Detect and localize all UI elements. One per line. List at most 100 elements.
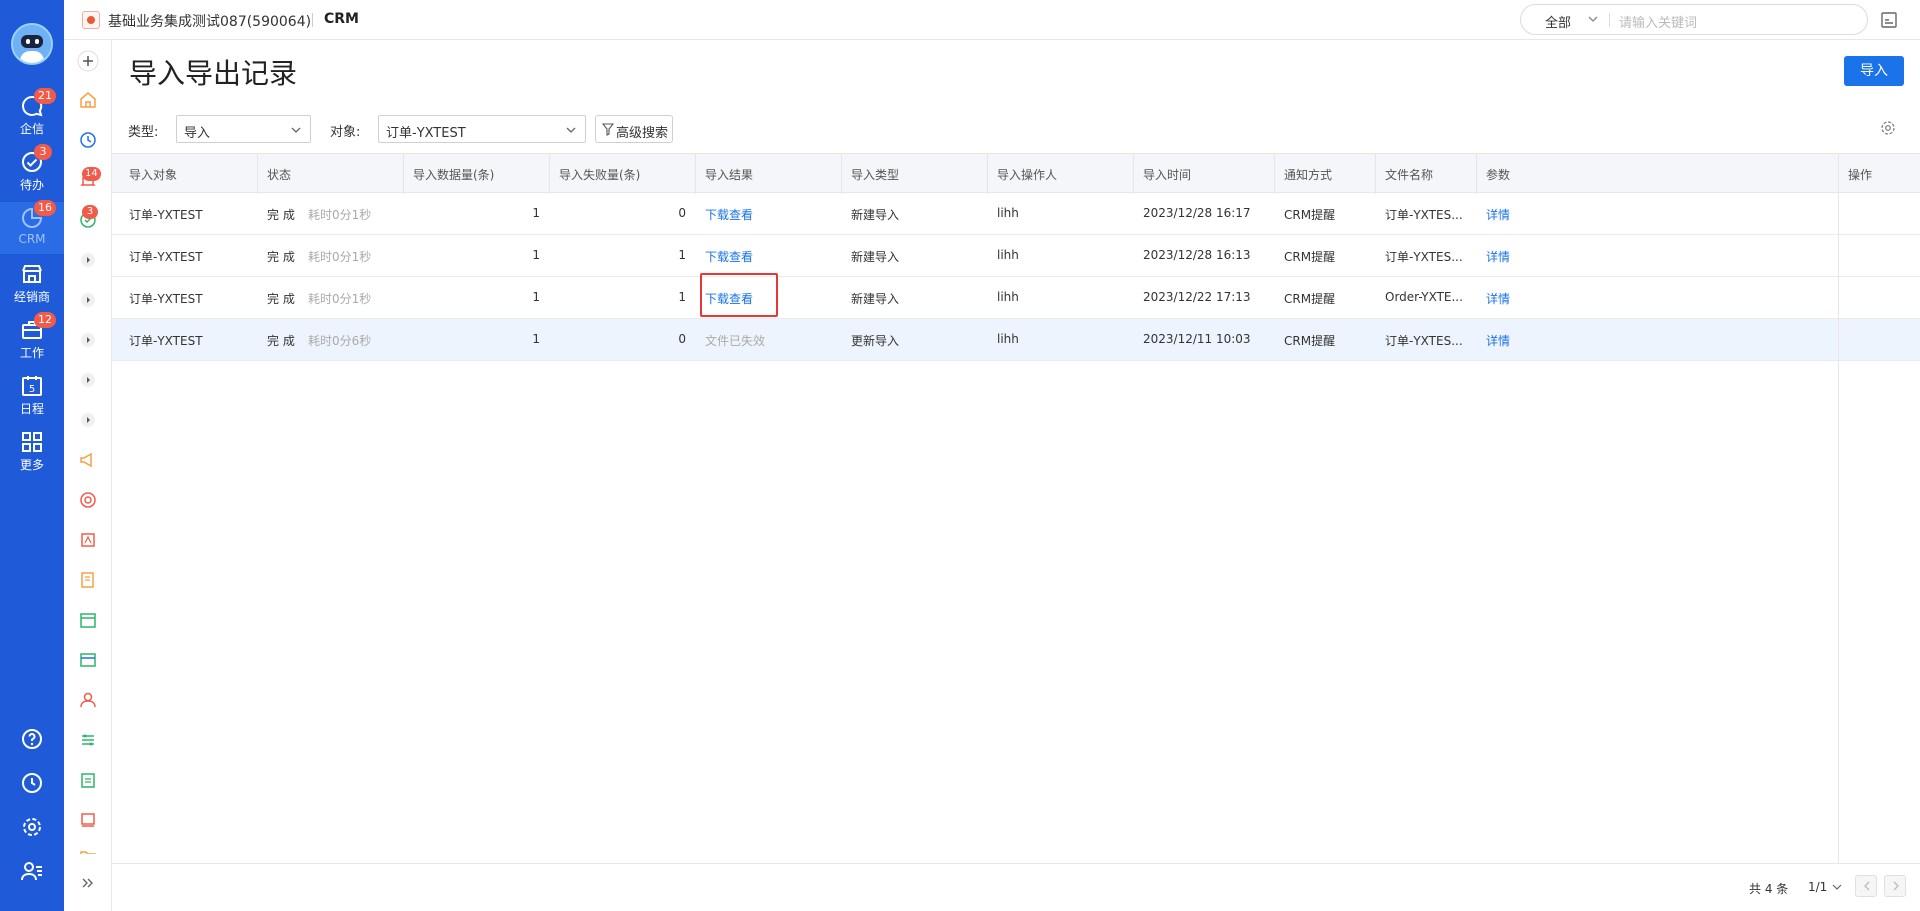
expand-icon	[81, 413, 95, 427]
cell-duration: 耗时0分1秒	[308, 208, 372, 222]
column-header: 状态	[267, 168, 292, 182]
company-name: 基础业务集成测试087(590064)	[108, 14, 312, 30]
sub-contract[interactable]	[77, 529, 99, 551]
sub-document[interactable]	[77, 569, 99, 591]
nav-item-qixin[interactable]: 21 企信	[0, 88, 64, 142]
sub-marketing[interactable]	[77, 449, 99, 471]
nav-item-crm[interactable]: 16 CRM	[0, 200, 64, 254]
column-settings-icon[interactable]	[1880, 120, 1896, 136]
page-indicator[interactable]: 1/1	[1808, 880, 1827, 894]
megaphone-icon	[80, 452, 92, 468]
collapse-nav-button[interactable]	[77, 872, 99, 894]
type-filter-select[interactable]: 导入	[176, 115, 311, 143]
cell-filename: 订单-YXTES...	[1385, 334, 1463, 348]
cell-duration: 耗时0分1秒	[308, 292, 372, 306]
inbox-icon[interactable]	[1880, 11, 1898, 29]
nav-label: 更多	[19, 458, 44, 472]
help-icon	[22, 729, 42, 749]
sub-screen[interactable]	[77, 649, 99, 671]
filter-icon	[602, 123, 614, 136]
object-filter-label: 对象:	[330, 125, 361, 140]
sub-group-toggle[interactable]	[77, 289, 99, 311]
cell-duration: 耗时0分6秒	[308, 334, 372, 348]
settings-icon	[23, 818, 41, 836]
sub-group-toggle[interactable]	[77, 369, 99, 391]
prev-page-button[interactable]	[1855, 875, 1877, 897]
advanced-search-button[interactable]: 高级搜索	[595, 115, 673, 143]
cell-duration: 耗时0分1秒	[308, 250, 372, 264]
column-header: 导入时间	[1143, 168, 1192, 182]
details-link[interactable]: 详情	[1486, 332, 1510, 349]
cell-failed: 0	[678, 332, 686, 346]
expand-icon	[81, 293, 95, 307]
contacts-button[interactable]	[0, 854, 64, 890]
flow-icon	[82, 734, 94, 746]
archive-icon	[80, 613, 96, 628]
nav-badge: 3	[34, 144, 52, 160]
search-input[interactable]: 请输入关键词	[1619, 12, 1697, 31]
pagination-bar: 共 4 条 1/1	[112, 863, 1920, 911]
nav-item-schedule[interactable]: 5 日程	[0, 370, 64, 422]
settings-button[interactable]	[0, 810, 64, 846]
next-page-button[interactable]	[1884, 875, 1906, 897]
sub-person[interactable]	[77, 689, 99, 711]
nav-item-todo[interactable]: 3 待办	[0, 144, 64, 198]
top-bar: 基础业务集成测试087(590064) CRM 全部 请输入关键词	[64, 0, 1920, 40]
store-icon	[22, 265, 42, 283]
expand-icon	[81, 253, 95, 267]
nav-badge: 21	[34, 88, 56, 104]
sub-home[interactable]	[77, 89, 99, 111]
object-filter-select[interactable]: 订单-YXTEST	[378, 115, 586, 143]
details-link[interactable]: 详情	[1486, 290, 1510, 307]
sub-clipboard[interactable]	[77, 769, 99, 791]
search-scope-select[interactable]: 全部	[1545, 12, 1571, 31]
chevron-down-icon	[291, 127, 301, 133]
cell-type: 新建导入	[851, 250, 900, 264]
nav-item-dealer[interactable]: 经销商	[0, 258, 64, 310]
details-link[interactable]: 详情	[1486, 206, 1510, 223]
sub-folder[interactable]	[77, 846, 99, 854]
sub-group-toggle[interactable]	[77, 409, 99, 431]
table-row: 订单-YXTEST 完 成 耗时0分1秒 1 1 下载查看 新建导入 lihh …	[112, 235, 1920, 277]
nav-badge: 16	[34, 200, 56, 216]
cell-count: 1	[532, 290, 540, 304]
home-icon	[80, 92, 96, 108]
user-avatar[interactable]	[11, 23, 53, 65]
sub-recent[interactable]	[77, 129, 99, 151]
cell-operator: lihh	[997, 290, 1019, 304]
sub-group-toggle[interactable]	[77, 249, 99, 271]
main-content: 导入导出记录 导入 类型: 导入 对象: 订单-YXTEST 高级搜索 导入对象…	[112, 40, 1920, 911]
cell-type: 新建导入	[851, 292, 900, 306]
nav-label: 经销商	[13, 290, 50, 304]
download-link[interactable]: 下载查看	[705, 206, 753, 223]
history-button[interactable]	[0, 766, 64, 802]
column-header: 导入类型	[851, 168, 900, 182]
sub-flow[interactable]	[77, 729, 99, 751]
download-link[interactable]: 下载查看	[705, 248, 753, 265]
operations-column-divider	[1838, 153, 1839, 865]
highlight-box	[700, 273, 778, 317]
column-header: 导入操作人	[997, 168, 1058, 182]
chevron-right-icon	[1893, 881, 1899, 891]
table-header: 导入对象 状态 导入数据量(条) 导入失败量(条) 导入结果 导入类型 导入操作…	[112, 153, 1920, 194]
sub-archive[interactable]	[77, 609, 99, 631]
expand-icon	[81, 373, 95, 387]
total-count: 共 4 条	[1749, 882, 1789, 896]
cell-time: 2023/12/28 16:17	[1143, 206, 1251, 220]
import-button[interactable]: 导入	[1844, 56, 1904, 86]
nav-item-more[interactable]: 更多	[0, 426, 64, 478]
column-header: 参数	[1486, 168, 1511, 182]
help-button[interactable]	[0, 722, 64, 758]
add-button[interactable]	[77, 50, 99, 72]
sub-target[interactable]	[77, 489, 99, 511]
global-search[interactable]: 全部 请输入关键词	[1520, 4, 1868, 35]
details-link[interactable]: 详情	[1486, 248, 1510, 265]
cell-object: 订单-YXTEST	[129, 292, 203, 306]
nav-item-work[interactable]: 12 工作	[0, 312, 64, 366]
table-row: 订单-YXTEST 完 成 耗时0分1秒 1 1 下载查看 新建导入 lihh …	[112, 277, 1920, 319]
approval-badge: 3	[82, 205, 98, 219]
sub-report[interactable]	[77, 809, 99, 831]
sub-group-toggle[interactable]	[77, 329, 99, 351]
grid-icon	[22, 432, 42, 452]
cell-operator: lihh	[997, 206, 1019, 220]
